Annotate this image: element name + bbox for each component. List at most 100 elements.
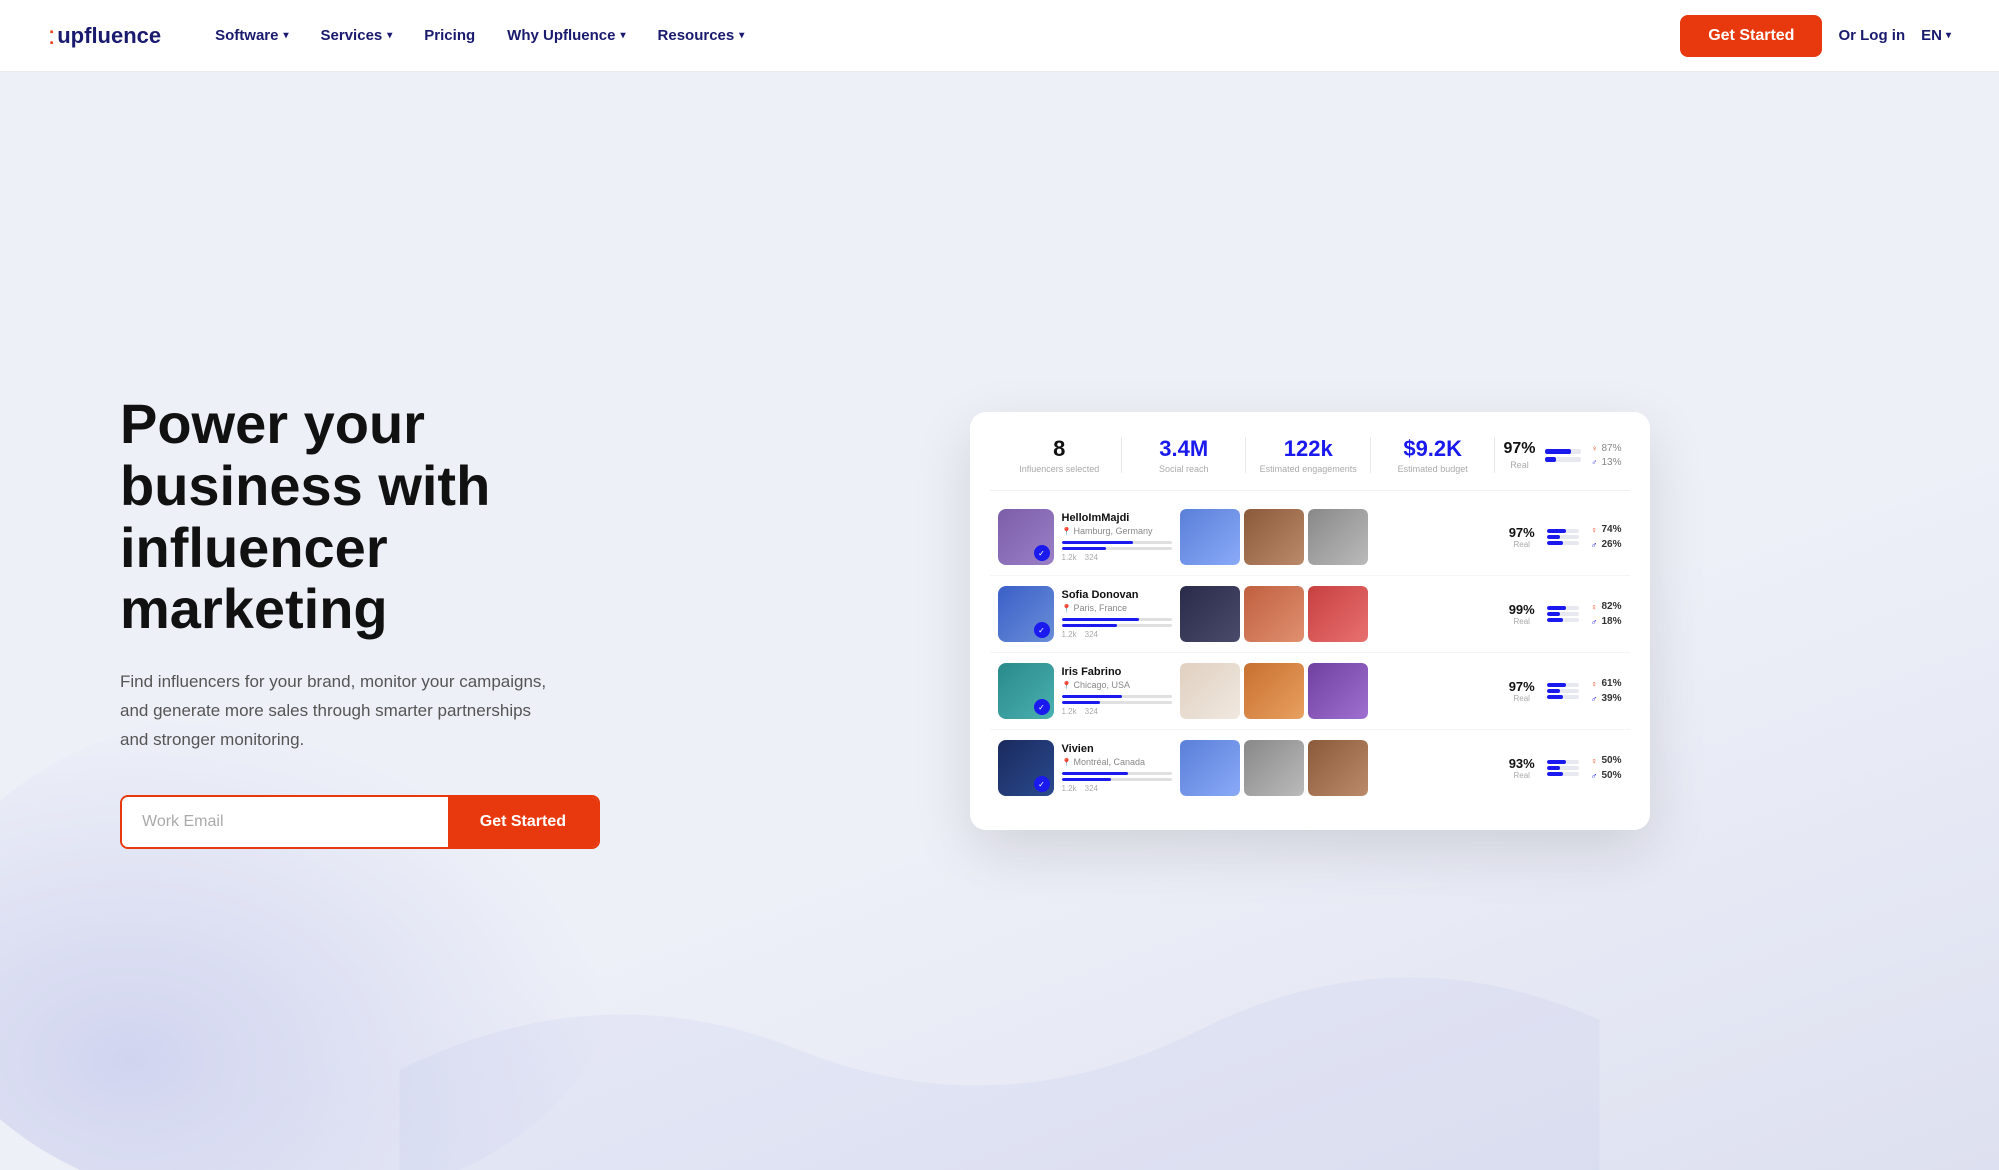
influencer-info: HelloImMajdi 📍 Hamburg, Germany 1.2k 324 xyxy=(1062,512,1172,562)
hero-right: 8 Influencers selected 3.4M Social reach… xyxy=(640,412,1919,830)
female-pct: 82% xyxy=(1601,601,1621,612)
influencer-engagement-bars xyxy=(1547,606,1579,622)
influencer-photo xyxy=(1308,740,1368,796)
nav-software[interactable]: Software ▾ xyxy=(201,19,302,52)
influencer-photos xyxy=(1180,509,1376,565)
nav-links: Software ▾ Services ▾ Pricing Why Upflue… xyxy=(201,19,1680,52)
stat-divider xyxy=(1494,437,1495,473)
female-pct: 50% xyxy=(1601,755,1621,766)
influencer-photo xyxy=(1244,509,1304,565)
nav-pricing[interactable]: Pricing xyxy=(410,19,489,52)
influencer-real-pct: 99% xyxy=(1509,602,1535,617)
nav-get-started-button[interactable]: Get Started xyxy=(1680,15,1822,57)
influencer-row: ✓ Iris Fabrino 📍 Chicago, USA 1. xyxy=(990,653,1630,730)
influencer-real-pct: 97% xyxy=(1509,679,1535,694)
influencer-location: 📍 Montréal, Canada xyxy=(1062,757,1172,767)
chevron-down-icon: ▾ xyxy=(387,30,392,41)
nav-why[interactable]: Why Upfluence ▾ xyxy=(493,19,639,52)
influencer-photo xyxy=(1308,663,1368,719)
male-icon: ♂ xyxy=(1591,540,1598,550)
influencer-gender-stats: ♀ 82% ♂ 18% xyxy=(1591,601,1622,627)
influencer-photo xyxy=(1244,663,1304,719)
influencer-avatar: ✓ xyxy=(998,663,1054,719)
stat-right-group: 97% Real ♀ 87% xyxy=(1503,440,1621,470)
nav-resources[interactable]: Resources ▾ xyxy=(644,19,759,52)
hero-get-started-button[interactable]: Get Started xyxy=(448,797,598,847)
influencer-stat-numbers: 1.2k 324 xyxy=(1062,553,1172,562)
influencer-name: Vivien xyxy=(1062,743,1172,755)
influencer-real-pct: 93% xyxy=(1509,756,1535,771)
logo-text: upfluence xyxy=(57,23,161,49)
male-pct: 26% xyxy=(1601,539,1621,550)
nav-services[interactable]: Services ▾ xyxy=(307,19,407,52)
location-pin-icon: 📍 xyxy=(1062,681,1072,690)
influencer-stat-bars xyxy=(1062,695,1172,704)
logo-dot: : xyxy=(48,20,55,51)
influencer-gender-stats: ♀ 61% ♂ 39% xyxy=(1591,678,1622,704)
male-icon: ♂ xyxy=(1591,694,1598,704)
chevron-down-icon: ▾ xyxy=(739,30,744,41)
influencer-info: Iris Fabrino 📍 Chicago, USA 1.2k 324 xyxy=(1062,666,1172,716)
nav-login-link[interactable]: Or Log in xyxy=(1838,27,1905,44)
influencer-stat-bars xyxy=(1062,772,1172,781)
influencer-photos xyxy=(1180,586,1376,642)
female-icon: ♀ xyxy=(1591,444,1597,453)
influencer-check-icon: ✓ xyxy=(1034,545,1050,561)
stat-gender-breakdown: ♀ 87% ♂ 13% xyxy=(1591,443,1621,468)
male-icon: ♂ xyxy=(1591,458,1597,467)
influencer-photo xyxy=(1180,663,1240,719)
influencer-photo xyxy=(1244,740,1304,796)
dashboard-stats-row: 8 Influencers selected 3.4M Social reach… xyxy=(990,436,1630,491)
hero-title: Power your business with influencer mark… xyxy=(120,393,640,639)
stat-reach-label: Social reach xyxy=(1122,464,1245,474)
stat-engagements-value: 122k xyxy=(1246,436,1369,462)
work-email-input[interactable] xyxy=(122,797,448,847)
stat-budget: $9.2K Estimated budget xyxy=(1371,436,1494,474)
influencer-engagement-bars xyxy=(1547,683,1579,699)
influencer-gender-stats: ♀ 50% ♂ 50% xyxy=(1591,755,1622,781)
influencer-engagement-bars xyxy=(1547,529,1579,545)
female-icon: ♀ xyxy=(1591,679,1598,689)
stat-budget-label: Estimated budget xyxy=(1371,464,1494,474)
influencer-location: 📍 Chicago, USA xyxy=(1062,680,1172,690)
chevron-down-icon: ▾ xyxy=(284,30,289,41)
influencer-right-stats: 97% Real ♀ 74% xyxy=(1384,524,1622,550)
influencer-photos xyxy=(1180,663,1376,719)
influencer-stat-bars xyxy=(1062,541,1172,550)
female-icon: ♀ xyxy=(1591,602,1598,612)
stat-reach: 3.4M Social reach xyxy=(1122,436,1245,474)
influencer-photo xyxy=(1308,586,1368,642)
hero-subtitle: Find influencers for your brand, monitor… xyxy=(120,668,560,755)
influencer-check-icon: ✓ xyxy=(1034,622,1050,638)
location-pin-icon: 📍 xyxy=(1062,758,1072,767)
location-pin-icon: 📍 xyxy=(1062,604,1072,613)
stat-influencers: 8 Influencers selected xyxy=(998,436,1121,474)
female-pct: 74% xyxy=(1601,524,1621,535)
hero-section: Power your business with influencer mark… xyxy=(0,72,1999,1170)
influencer-name: HelloImMajdi xyxy=(1062,512,1172,524)
influencer-row: ✓ Vivien 📍 Montréal, Canada 1.2k xyxy=(990,730,1630,806)
chevron-down-icon: ▾ xyxy=(1946,30,1951,41)
influencer-check-icon: ✓ xyxy=(1034,699,1050,715)
influencer-list: ✓ HelloImMajdi 📍 Hamburg, Germany xyxy=(990,499,1630,806)
female-pct: 61% xyxy=(1601,678,1621,689)
hero-left: Power your business with influencer mark… xyxy=(120,393,640,848)
influencer-engagement-bars xyxy=(1547,760,1579,776)
influencer-info: Sofia Donovan 📍 Paris, France 1.2k 324 xyxy=(1062,589,1172,639)
influencer-photo xyxy=(1308,509,1368,565)
chevron-down-icon: ▾ xyxy=(621,30,626,41)
female-icon: ♀ xyxy=(1591,525,1598,535)
stat-reach-value: 3.4M xyxy=(1122,436,1245,462)
influencer-real-label: Real xyxy=(1509,540,1535,549)
influencer-gender-stats: ♀ 74% ♂ 26% xyxy=(1591,524,1622,550)
influencer-row: ✓ Sofia Donovan 📍 Paris, France xyxy=(990,576,1630,653)
stat-influencers-label: Influencers selected xyxy=(998,464,1121,474)
nav-language-selector[interactable]: EN ▾ xyxy=(1921,27,1951,44)
influencer-check-icon: ✓ xyxy=(1034,776,1050,792)
logo[interactable]: : upfluence xyxy=(48,20,161,51)
stat-engagements: 122k Estimated engagements xyxy=(1246,436,1369,474)
influencer-right-stats: 93% Real ♀ 50% xyxy=(1384,755,1622,781)
influencer-stat-bars xyxy=(1062,618,1172,627)
male-pct: 39% xyxy=(1601,693,1621,704)
female-icon: ♀ xyxy=(1591,756,1598,766)
